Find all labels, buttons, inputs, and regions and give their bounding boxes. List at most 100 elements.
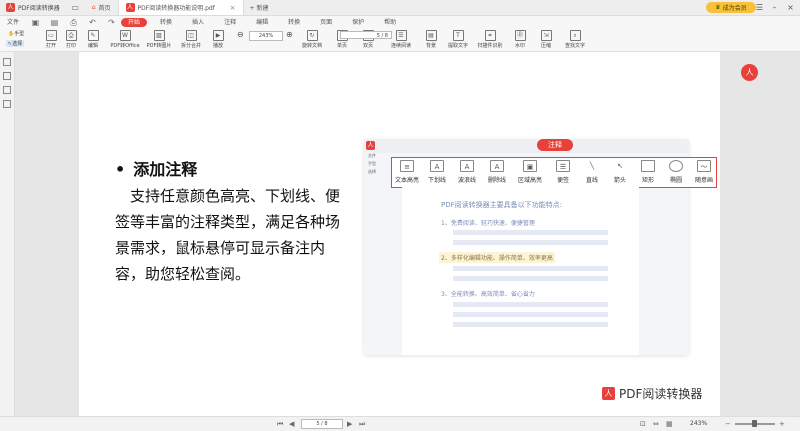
view-mode-icon[interactable]: ▦ xyxy=(666,420,673,428)
rectangle-icon xyxy=(641,160,655,172)
prev-page-icon[interactable]: ◀ xyxy=(289,420,294,428)
menu-edit[interactable]: 编辑 xyxy=(249,18,275,27)
watermark-button[interactable]: Ⓓ 水印 xyxy=(507,30,533,49)
fit-page-icon[interactable]: ⊡ xyxy=(640,420,646,428)
pdf-to-image-button[interactable]: ▨ PDF转图片 xyxy=(142,30,176,49)
freehand-tool[interactable]: 〜随意画 xyxy=(689,160,719,184)
play-button[interactable]: ▶ 播放 xyxy=(205,30,231,49)
wavy-line-tool[interactable]: A 波浪线 xyxy=(452,160,482,184)
office-icon: W xyxy=(119,30,131,41)
next-page-icon[interactable]: ▶ xyxy=(347,420,352,428)
zoom-out-small-icon[interactable]: − xyxy=(725,420,731,428)
zoom-slider-handle[interactable] xyxy=(752,420,757,427)
zoom-in-icon[interactable]: ⊕ xyxy=(286,30,293,39)
tab-home-label: 首页 xyxy=(98,5,111,12)
new-tab-button[interactable]: + 新建 xyxy=(244,3,269,12)
tab-home[interactable]: ⌂ 首页 xyxy=(85,0,118,15)
layout-icon[interactable]: ▭ xyxy=(71,3,80,12)
watermark-icon: Ⓓ xyxy=(514,30,526,41)
menu-file[interactable]: 文件 xyxy=(0,18,26,27)
page-input[interactable]: 5 / 8 xyxy=(340,31,392,39)
menu-help[interactable]: 帮助 xyxy=(377,18,403,27)
ellipse-icon xyxy=(669,160,683,172)
split-icon: ◫ xyxy=(185,30,197,41)
zoom-out-icon[interactable]: ⊖ xyxy=(237,30,244,39)
menu-convert[interactable]: 转换 xyxy=(153,18,179,27)
menu-insert[interactable]: 插入 xyxy=(185,18,211,27)
vip-button[interactable]: ♛ 成为会员 xyxy=(706,2,756,13)
underline-tool[interactable]: A 下划线 xyxy=(422,160,452,184)
toolbar: ✋手型 ↖选择 ▭ 打开 ⎙ 打印 ✎ 编辑 W PDF转Office ▨ PDF转图片 … xyxy=(0,29,800,52)
minimize-icon[interactable]: – xyxy=(767,0,782,15)
area-highlight-icon: ▣ xyxy=(523,160,537,172)
pdf-to-office-button[interactable]: W PDF转Office xyxy=(108,30,142,49)
find-text-button[interactable]: ⌕ 查找文字 xyxy=(560,30,590,49)
arrow-tool[interactable]: ↖ 箭头 xyxy=(605,160,635,184)
thumbnail-icon[interactable] xyxy=(3,58,11,66)
save-icon[interactable]: ▣ xyxy=(31,18,40,27)
preview-list-item: 3、全能转换、高效简单、省心省力 xyxy=(441,291,535,298)
open-icon[interactable]: ▤ xyxy=(50,18,59,27)
pdf-file-icon: 人 xyxy=(125,3,135,12)
status-zoom[interactable]: 243% xyxy=(690,420,707,427)
menu-annotate[interactable]: 注释 xyxy=(217,18,243,27)
ocr-button[interactable]: ⌗ 扫描件识别 xyxy=(472,30,508,49)
tab-document[interactable]: 人 PDF阅读转换器功能说明.pdf × xyxy=(117,0,244,15)
fit-width-icon[interactable]: ⇔ xyxy=(653,420,659,428)
text-highlight-tool[interactable]: ≡ 文本高亮 xyxy=(392,160,422,184)
last-page-icon[interactable]: ⏭ xyxy=(359,420,365,429)
image-icon: ▨ xyxy=(153,30,165,41)
tab-document-label: PDF阅读转换器功能说明.pdf xyxy=(137,5,215,12)
extract-text-button[interactable]: T 提取文字 xyxy=(443,30,473,49)
placeholder-line xyxy=(453,240,608,245)
preview-page-title: PDF阅读转换器主要具备以下功能特点: xyxy=(441,201,562,209)
background-icon: ▤ xyxy=(425,30,437,41)
close-window-icon[interactable]: × xyxy=(783,0,798,15)
redo-icon[interactable]: ↷ xyxy=(107,18,116,27)
placeholder-line xyxy=(453,322,608,327)
background-button[interactable]: ▤ 背景 xyxy=(418,30,444,49)
hand-tool[interactable]: ✋手型 xyxy=(8,30,24,37)
bookmark-icon[interactable] xyxy=(3,72,11,80)
status-page-input[interactable]: 5 / 8 xyxy=(301,419,343,429)
status-bar: ⏮ ◀ 5 / 8 ▶ ⏭ ⊡ ⇔ ▦ 243% − + xyxy=(0,416,800,431)
left-sidebar xyxy=(0,52,15,416)
print-icon[interactable]: ⎙ xyxy=(69,18,78,27)
close-tab-icon[interactable]: × xyxy=(230,4,236,12)
section-body: 支持任意颜色高亮、下划线、便签等丰富的注释类型，满足各种场景需求，鼠标悬停可显示… xyxy=(115,187,341,283)
preview-list-item: 1、免费阅读、轻巧快速、便捷管理 xyxy=(441,220,535,227)
menu-protect[interactable]: 保护 xyxy=(345,18,371,27)
document-page: • 添加注释 支持任意颜色高亮、下划线、便签等丰富的注释类型，满足各种场景需求，鼠… xyxy=(79,52,720,416)
ellipse-tool[interactable]: 椭圆 xyxy=(661,160,691,184)
attachment-icon[interactable] xyxy=(3,100,11,108)
annotation-list-icon[interactable] xyxy=(3,86,11,94)
vip-label: 成为会员 xyxy=(722,5,747,12)
pdf-badge-icon[interactable]: 人 xyxy=(741,64,758,81)
home-tab-icon: ⌂ xyxy=(91,4,96,11)
menu-convert-2[interactable]: 转换 xyxy=(281,18,307,27)
extract-text-icon: T xyxy=(452,30,464,41)
line-icon: ╲ xyxy=(589,162,595,170)
menu-page[interactable]: 页面 xyxy=(313,18,339,27)
zoom-input[interactable]: 243% xyxy=(249,31,283,41)
continuous-icon: ☰ xyxy=(395,30,407,41)
zoom-in-small-icon[interactable]: + xyxy=(779,420,785,428)
line-tool[interactable]: ╲ 直线 xyxy=(577,160,607,184)
sticky-note-tool[interactable]: ☰ 便签 xyxy=(548,160,578,184)
strikethrough-tool[interactable]: A 删除线 xyxy=(482,160,512,184)
area-highlight-tool[interactable]: ▣ 区域高亮 xyxy=(515,160,545,184)
placeholder-line xyxy=(453,312,608,317)
rotate-button[interactable]: ↻ 旋转文档 xyxy=(295,30,329,49)
compress-button[interactable]: ⇲ 压缩 xyxy=(533,30,559,49)
select-tool[interactable]: ↖选择 xyxy=(6,40,25,47)
menu-icon[interactable]: ☰ xyxy=(752,0,767,15)
menu-start[interactable]: 开始 xyxy=(121,18,148,27)
split-merge-button[interactable]: ◫ 拆分合并 xyxy=(176,30,206,49)
rectangle-tool[interactable]: 矩形 xyxy=(633,160,663,184)
edit-button[interactable]: ✎ 编辑 xyxy=(80,30,106,49)
first-page-icon[interactable]: ⏮ xyxy=(277,420,283,429)
crown-icon: ♛ xyxy=(715,4,721,11)
section-heading: • 添加注释 xyxy=(115,160,198,179)
undo-icon[interactable]: ↶ xyxy=(88,18,97,27)
bullet-icon: • xyxy=(115,160,126,179)
